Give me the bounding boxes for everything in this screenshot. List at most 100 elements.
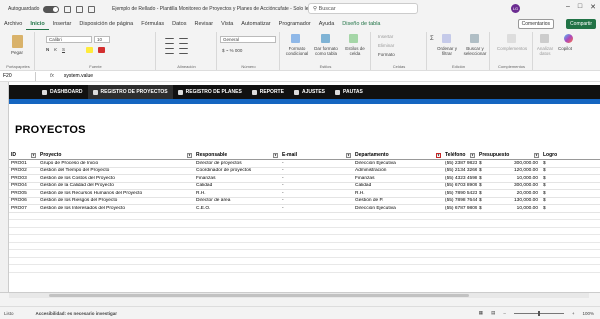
cell-proyecto[interactable]: Gestión de los Interesados del Proyecto bbox=[38, 206, 194, 211]
cell-proyecto[interactable]: Gestión de los Riesgos del Proyecto bbox=[38, 198, 194, 203]
col-telefono[interactable]: Teléfono ▾ bbox=[443, 151, 477, 160]
paste-icon[interactable] bbox=[12, 35, 23, 48]
cell-proyecto[interactable]: Gestión de los Recursos Humanos del Proy… bbox=[38, 191, 194, 196]
copilot-label[interactable]: Copilot bbox=[558, 46, 572, 51]
find-select-label[interactable]: Buscar y seleccionar bbox=[461, 46, 489, 56]
close-icon[interactable]: ✕ bbox=[590, 3, 596, 11]
cell-responsable[interactable]: R.H. bbox=[194, 191, 280, 196]
table-row[interactable]: PRO02 Gestión del Tiempo del Proyecto Coor… bbox=[9, 168, 600, 175]
restore-icon[interactable]: □ bbox=[578, 3, 582, 11]
horizontal-scrollbar[interactable] bbox=[9, 293, 589, 298]
cell-presupuesto[interactable]: 130,000.00 bbox=[485, 198, 541, 203]
table-row[interactable]: PRO07 Gestión de los Interesados del Proy… bbox=[9, 205, 600, 213]
comments-button[interactable]: Comentarios bbox=[517, 19, 554, 29]
cell-logro[interactable]: $ bbox=[541, 176, 600, 181]
name-box[interactable]: F20 bbox=[0, 71, 36, 81]
filter-dropdown-icon[interactable]: ▾ bbox=[534, 152, 539, 158]
cell-telefono[interactable]: (55) 6703 8909 bbox=[443, 183, 477, 188]
filter-dropdown-icon[interactable]: ▾ bbox=[470, 152, 475, 158]
cell-email[interactable]: - bbox=[280, 191, 353, 196]
cell-email[interactable]: - bbox=[280, 176, 353, 181]
cell-id[interactable]: PRO03 bbox=[9, 176, 38, 181]
cell-responsable[interactable]: Calidad bbox=[194, 183, 280, 188]
cell-currency[interactable]: $ bbox=[477, 176, 485, 181]
cell-departamento[interactable]: Finanzas bbox=[353, 176, 443, 181]
cell-id[interactable]: PRO04 bbox=[9, 183, 38, 188]
cell-currency[interactable]: $ bbox=[477, 206, 485, 211]
tab-programador[interactable]: Programador bbox=[275, 18, 315, 30]
font-size-select[interactable]: 10 bbox=[94, 36, 110, 43]
col-presupuesto[interactable]: Presupuesto ▾ bbox=[477, 151, 541, 160]
cell-responsable[interactable]: Coordinador de proyectos bbox=[194, 168, 280, 173]
cell-presupuesto[interactable]: 120,000.00 bbox=[485, 168, 541, 173]
table-row[interactable]: PRO05 Gestión de los Recursos Humanos del… bbox=[9, 190, 600, 198]
cell-telefono[interactable]: (55) 7890 5423 bbox=[443, 191, 477, 196]
cell-telefono[interactable]: (55) 2134 3266 bbox=[443, 168, 477, 173]
search-input[interactable]: ⚲ Buscar bbox=[308, 3, 418, 14]
table-row[interactable]: PRO03 Gestión de los Costos del Proyecto F… bbox=[9, 175, 600, 183]
copilot-icon[interactable] bbox=[564, 34, 573, 43]
zoom-level[interactable]: 100% bbox=[582, 311, 594, 316]
page-layout-icon[interactable]: ▤ bbox=[491, 310, 495, 316]
cell-telefono[interactable]: (55) 7898 7644 bbox=[443, 198, 477, 203]
cell-proyecto[interactable]: Gestión de los Costos del Proyecto bbox=[38, 176, 194, 181]
table-row[interactable]: PRO06 Gestión de los Riesgos del Proyecto… bbox=[9, 198, 600, 205]
analyze-data-icon[interactable] bbox=[540, 34, 549, 43]
tab-insertar[interactable]: Insertar bbox=[49, 18, 76, 30]
cell-id[interactable]: PRO06 bbox=[9, 198, 38, 203]
cell-telefono[interactable]: (55) 4323 4598 bbox=[443, 176, 477, 181]
cell-telefono[interactable]: (55) 6787 9809 bbox=[443, 206, 477, 211]
cell-responsable[interactable]: Finanzas bbox=[194, 176, 280, 181]
cell-id[interactable]: PRO07 bbox=[9, 206, 38, 211]
cell-email[interactable]: - bbox=[280, 161, 353, 166]
tab-vista[interactable]: Vista bbox=[217, 18, 237, 30]
avatar[interactable]: LG bbox=[511, 4, 520, 13]
format-cells-label[interactable]: Formato bbox=[378, 52, 395, 57]
cell-id[interactable]: PRO05 bbox=[9, 191, 38, 196]
empty-row[interactable] bbox=[9, 220, 600, 228]
sort-filter-icon[interactable] bbox=[442, 34, 451, 43]
nav-reporte[interactable]: REPORTE bbox=[247, 85, 289, 99]
save-icon[interactable] bbox=[64, 5, 72, 13]
filter-dropdown-icon[interactable]: ▾ bbox=[346, 152, 351, 158]
empty-row[interactable] bbox=[9, 258, 600, 265]
conditional-format-label[interactable]: Formato condicional bbox=[283, 46, 311, 56]
zoom-in-icon[interactable]: + bbox=[572, 311, 575, 316]
cell-id[interactable]: PRO02 bbox=[9, 168, 38, 173]
sort-filter-label[interactable]: Ordenar y filtrar bbox=[434, 46, 460, 56]
table-row[interactable]: PRO04 Gestión de la Calidad del Proyecto C… bbox=[9, 183, 600, 190]
tab-archivo[interactable]: Archivo bbox=[0, 18, 26, 30]
cell-email[interactable]: - bbox=[280, 183, 353, 188]
font-name-select[interactable]: Calibri bbox=[46, 36, 92, 43]
bold-icon[interactable]: N bbox=[46, 47, 49, 52]
number-format-select[interactable]: General bbox=[220, 36, 276, 43]
zoom-out-icon[interactable]: – bbox=[503, 311, 506, 316]
cell-departamento[interactable]: Administración bbox=[353, 168, 443, 173]
fx-icon[interactable]: fx bbox=[50, 73, 54, 79]
share-button[interactable]: Compartir bbox=[566, 19, 596, 29]
cell-proyecto[interactable]: Grupo de Proceso de Inicio bbox=[38, 161, 194, 166]
formula-input[interactable]: system.value bbox=[64, 73, 93, 79]
autosum-icon[interactable]: Σ bbox=[430, 36, 434, 42]
insert-cells-label[interactable]: Insertar bbox=[378, 34, 393, 39]
conditional-format-icon[interactable] bbox=[291, 34, 300, 43]
currency-icon[interactable]: $ ~ % 000 bbox=[222, 48, 242, 53]
nav-ajustes[interactable]: AJUSTES bbox=[289, 85, 330, 99]
filter-dropdown-icon[interactable]: ▾ bbox=[436, 152, 441, 158]
empty-row[interactable] bbox=[9, 265, 600, 273]
autosave[interactable]: Autoguardado bbox=[8, 5, 60, 13]
cell-proyecto[interactable]: Gestión del Tiempo del Proyecto bbox=[38, 168, 194, 173]
delete-cells-label[interactable]: Eliminar bbox=[378, 43, 394, 48]
cell-departamento[interactable]: Gestión de P. bbox=[353, 198, 443, 203]
cell-proyecto[interactable]: Gestión de la Calidad del Proyecto bbox=[38, 183, 194, 188]
cell-responsable[interactable]: C.E.O. bbox=[194, 206, 280, 211]
table-row[interactable]: PRO01 Grupo de Proceso de Inicio Director … bbox=[9, 160, 600, 168]
cell-departamento[interactable]: Dirección Ejecutiva bbox=[353, 161, 443, 166]
undo-icon[interactable] bbox=[76, 5, 84, 13]
cell-currency[interactable]: $ bbox=[477, 198, 485, 203]
tab-automatizar[interactable]: Automatizar bbox=[237, 18, 274, 30]
align-left-icon[interactable] bbox=[165, 48, 174, 54]
cell-presupuesto[interactable]: 300,000.00 bbox=[485, 161, 541, 166]
empty-row[interactable] bbox=[9, 228, 600, 235]
cell-currency[interactable]: $ bbox=[477, 161, 485, 166]
